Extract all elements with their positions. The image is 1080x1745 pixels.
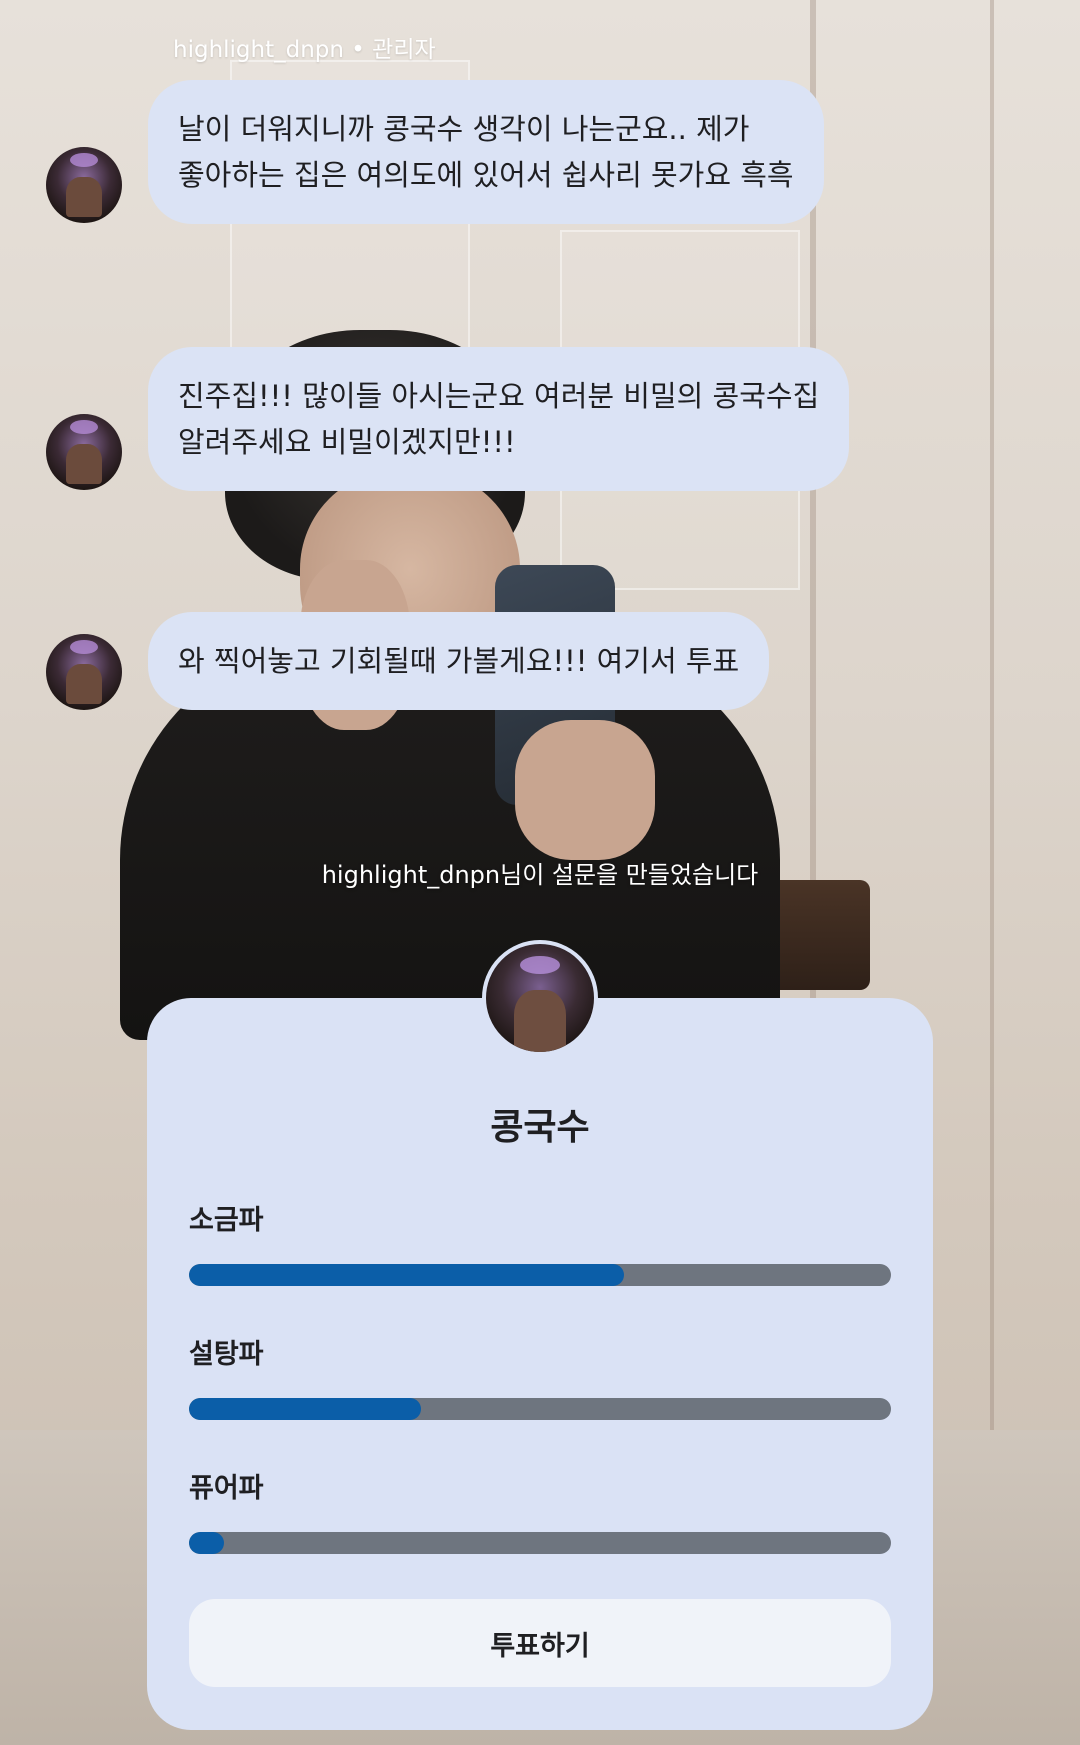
poll-creator-avatar[interactable] xyxy=(482,940,598,1056)
chat-message-bubble[interactable]: 날이 더워지니까 콩국수 생각이 나는군요.. 제가 좋아하는 집은 여의도에 … xyxy=(148,80,824,224)
poll-option-salt[interactable]: 소금파 xyxy=(189,1198,891,1286)
avatar-light xyxy=(70,153,98,167)
sender-avatar[interactable] xyxy=(46,634,122,710)
vote-button[interactable]: 투표하기 xyxy=(189,1599,891,1687)
poll-progress-track xyxy=(189,1532,891,1554)
avatar-light xyxy=(70,420,98,434)
poll-progress-track xyxy=(189,1264,891,1286)
chat-message-bubble[interactable]: 와 찍어놓고 기회될때 가볼게요!!! 여기서 투표 xyxy=(148,612,770,710)
poll-progress-fill xyxy=(189,1398,421,1420)
poll-option-pure[interactable]: 퓨어파 xyxy=(189,1466,891,1554)
poll-title: 콩국수 xyxy=(490,1107,590,1148)
poll-progress-track xyxy=(189,1398,891,1420)
poll-progress-fill xyxy=(189,1532,225,1554)
poll-option-sugar[interactable]: 설탕파 xyxy=(189,1332,891,1420)
poll-card: 콩국수 소금파 설탕파 퓨어파 투표하기 xyxy=(147,998,933,1730)
poll-option-label: 설탕파 xyxy=(189,1339,264,1370)
sender-avatar[interactable] xyxy=(46,414,122,490)
system-message: highlight_dnpn님이 설문을 만들었습니다 xyxy=(321,861,759,889)
avatar-figure xyxy=(66,177,102,217)
avatar-figure xyxy=(514,990,566,1052)
hand xyxy=(515,720,655,860)
door-frame xyxy=(990,0,994,1440)
poll-progress-fill xyxy=(189,1264,625,1286)
avatar-light xyxy=(70,640,98,654)
avatar-figure xyxy=(66,444,102,484)
sender-label: highlight_dnpn • 관리자 xyxy=(173,37,436,63)
sender-avatar[interactable] xyxy=(46,147,122,223)
poll-option-label: 소금파 xyxy=(189,1205,264,1236)
avatar-figure xyxy=(66,664,102,704)
poll-option-label: 퓨어파 xyxy=(189,1473,264,1504)
avatar-light xyxy=(520,956,560,974)
chat-message-bubble[interactable]: 진주집!!! 많이들 아시는군요 여러분 비밀의 콩국수집 알려주세요 비밀이겠… xyxy=(148,347,850,491)
